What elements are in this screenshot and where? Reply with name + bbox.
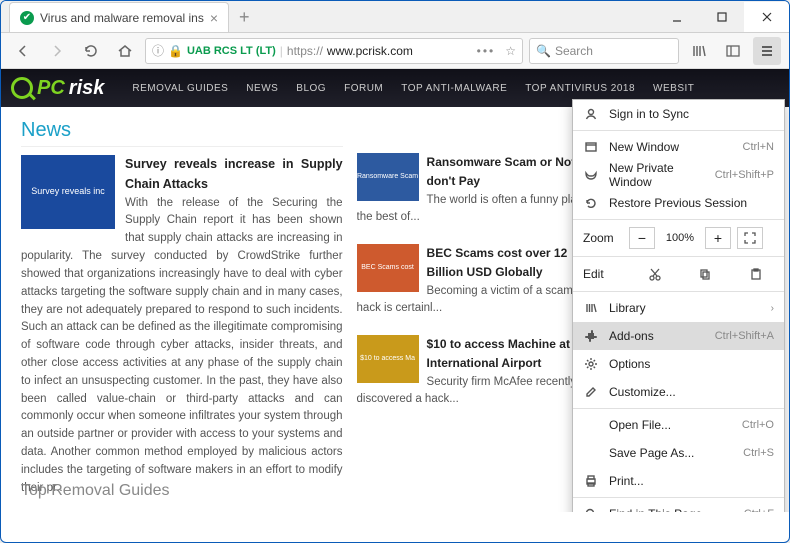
paint-icon (583, 384, 599, 400)
library-icon (583, 300, 599, 316)
puzzle-icon (583, 328, 599, 344)
menu-customize[interactable]: Customize... (573, 378, 784, 406)
paste-button[interactable] (738, 263, 774, 285)
site-logo[interactable]: PCrisk (11, 77, 104, 100)
menu-library[interactable]: Library › (573, 294, 784, 322)
url-host: www.pcrisk.com (327, 44, 413, 58)
window-icon (583, 139, 599, 155)
menu-zoom-row: Zoom − 100% + (573, 222, 784, 254)
back-button[interactable] (9, 37, 37, 65)
bookmark-star-icon[interactable]: ☆ (505, 44, 516, 58)
minimize-button[interactable] (654, 2, 699, 32)
forward-button[interactable] (43, 37, 71, 65)
nav-link[interactable]: NEWS (246, 83, 278, 94)
tab-strip: ✔ Virus and malware removal ins × + (1, 1, 789, 33)
nav-link[interactable]: WEBSIT (653, 83, 694, 94)
menu-open-file[interactable]: Open File... Ctrl+O (573, 411, 784, 439)
nav-link[interactable]: REMOVAL GUIDES (132, 83, 228, 94)
list-item: $10 to access Ma$10 to access Machine at… (357, 335, 605, 408)
nav-link[interactable]: FORUM (344, 83, 383, 94)
top-removal-heading: Top Removal Guides (1, 476, 190, 506)
tab-favicon: ✔ (20, 11, 34, 25)
edit-label: Edit (583, 267, 623, 281)
article-title[interactable]: Survey reveals increase in Supply Chain … (125, 157, 343, 191)
fullscreen-button[interactable] (737, 227, 763, 249)
menu-print[interactable]: Print... (573, 467, 784, 495)
zoom-value: 100% (661, 232, 699, 244)
library-button[interactable] (685, 37, 713, 65)
list-item: Ransomware ScamRansomware Scam or Not, d… (357, 153, 605, 226)
menu-save-page[interactable]: Save Page As... Ctrl+S (573, 439, 784, 467)
url-bar[interactable]: ⓘ 🔒 UAB RCS LT (LT) | https://www.pcrisk… (145, 38, 523, 64)
browser-tab[interactable]: ✔ Virus and malware removal ins × (9, 2, 229, 32)
search-icon: 🔍 (536, 44, 551, 58)
site-nav: REMOVAL GUIDES NEWS BLOG FORUM TOP ANTI-MALW… (132, 83, 694, 94)
ev-cert-label: UAB RCS LT (LT) (187, 45, 276, 57)
print-icon (583, 473, 599, 489)
reload-button[interactable] (77, 37, 105, 65)
sidebar-button[interactable] (719, 37, 747, 65)
menu-new-window[interactable]: New Window Ctrl+N (573, 133, 784, 161)
article-thumb[interactable]: $10 to access Ma (357, 335, 419, 383)
restore-icon (583, 195, 599, 211)
browser-window: ✔ Virus and malware removal ins × + ⓘ 🔒 … (0, 0, 790, 543)
app-menu-button[interactable] (753, 37, 781, 65)
menu-find[interactable]: Find in This Page... Ctrl+F (573, 500, 784, 512)
magnifier-icon (11, 77, 33, 99)
maximize-button[interactable] (699, 2, 744, 32)
app-menu: Sign in to Sync New Window Ctrl+N New Pr… (572, 99, 785, 512)
page-actions-icon[interactable]: ••• (477, 44, 496, 58)
page-content: PCrisk REMOVAL GUIDES NEWS BLOG FORUM TOP AN… (1, 69, 789, 512)
featured-article: Survey reveals inc Survey reveals increa… (21, 155, 343, 497)
logo-risk: risk (69, 77, 105, 100)
search-placeholder: Search (555, 44, 593, 58)
chevron-right-icon: › (771, 303, 774, 314)
article-thumb[interactable]: BEC Scams cost (357, 244, 419, 292)
menu-sign-in[interactable]: Sign in to Sync (573, 100, 784, 128)
info-icon[interactable]: ⓘ (152, 42, 164, 59)
mask-icon (583, 167, 599, 183)
gear-icon (583, 356, 599, 372)
zoom-in-button[interactable]: + (705, 227, 731, 249)
search-icon (583, 506, 599, 512)
news-heading: News (21, 119, 343, 147)
article-title[interactable]: Ransomware Scam or Not, don't Pay (427, 155, 579, 188)
home-button[interactable] (111, 37, 139, 65)
toolbar: ⓘ 🔒 UAB RCS LT (LT) | https://www.pcrisk… (1, 33, 789, 69)
zoom-label: Zoom (583, 231, 623, 245)
logo-pc: PC (37, 77, 65, 100)
menu-restore-session[interactable]: Restore Previous Session (573, 189, 784, 217)
cut-button[interactable] (637, 263, 673, 285)
menu-edit-row: Edit (573, 259, 784, 289)
tab-title: Virus and malware removal ins (40, 11, 204, 25)
list-item: BEC Scams costBEC Scams cost over 12 Bil… (357, 244, 605, 317)
article-thumb[interactable]: Survey reveals inc (21, 155, 115, 229)
article-thumb[interactable]: Ransomware Scam (357, 153, 419, 201)
copy-button[interactable] (687, 263, 723, 285)
menu-options[interactable]: Options (573, 350, 784, 378)
tab-close-icon[interactable]: × (210, 10, 218, 26)
article-body: With the release of the Securing the Sup… (21, 197, 343, 494)
nav-link[interactable]: TOP ANTI-MALWARE (401, 83, 507, 94)
nav-link[interactable]: BLOG (296, 83, 326, 94)
article-title[interactable]: $10 to access Machine at an Internationa… (427, 337, 588, 370)
menu-new-private-window[interactable]: New Private Window Ctrl+Shift+P (573, 161, 784, 189)
secondary-articles: Ransomware ScamRansomware Scam or Not, d… (357, 153, 605, 500)
news-column: News Survey reveals inc Survey reveals i… (21, 119, 343, 500)
url-scheme: https:// (287, 44, 323, 58)
new-tab-button[interactable]: + (229, 2, 260, 32)
article-title[interactable]: BEC Scams cost over 12 Billion USD Globa… (427, 246, 568, 279)
close-button[interactable] (744, 2, 789, 32)
menu-addons[interactable]: Add-ons Ctrl+Shift+A (573, 322, 784, 350)
zoom-out-button[interactable]: − (629, 227, 655, 249)
search-bar[interactable]: 🔍 Search (529, 38, 679, 64)
user-icon (583, 106, 599, 122)
lock-icon: 🔒 (168, 44, 183, 58)
nav-link[interactable]: TOP ANTIVIRUS 2018 (525, 83, 635, 94)
window-controls (654, 2, 789, 32)
